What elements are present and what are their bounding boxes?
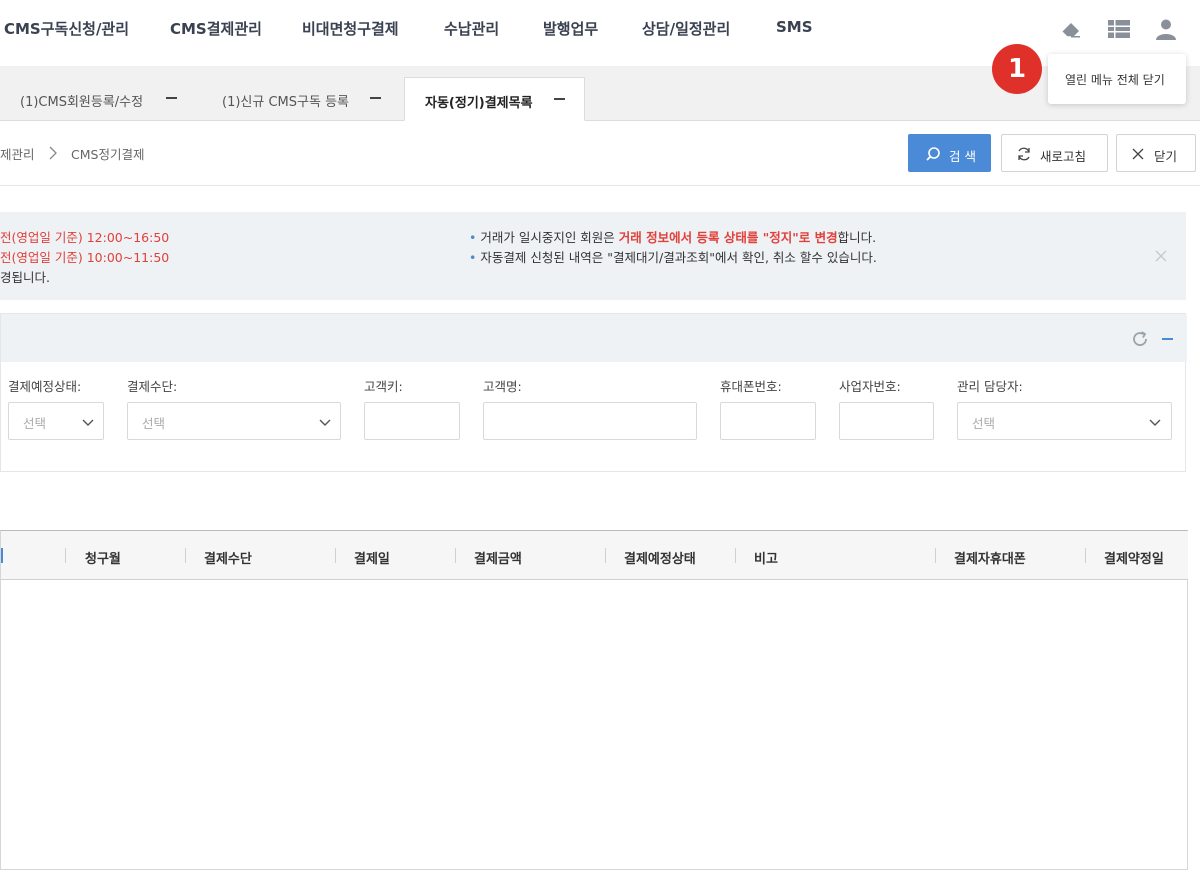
table-header: 청구월 결제수단 결제일 결제금액 결제예정상태 비고 결제자휴대폰 결제약정일	[1, 531, 1188, 580]
nav-consult-schedule[interactable]: 상담/일정관리	[642, 18, 730, 39]
select-placeholder: 선택	[972, 416, 996, 431]
nav-receipt[interactable]: 수납관리	[444, 18, 499, 39]
nav-cms-payment[interactable]: CMS결제관리	[170, 18, 262, 39]
chevron-right-icon	[49, 146, 57, 160]
search-filter-panel: 결제예정상태: 결제수단: 고객키: 고객명: 휴대폰번호: 사업자번호: 관리…	[0, 313, 1187, 472]
notice-close-icon[interactable]	[1155, 250, 1167, 262]
collapse-icon[interactable]	[1162, 338, 1173, 340]
business-number-input[interactable]	[839, 402, 934, 440]
customer-name-input[interactable]	[483, 402, 697, 440]
breadcrumb-current: CMS정기결제	[71, 147, 145, 162]
tab-label: (1)CMS회원등록/수정	[20, 95, 144, 110]
tab-auto-payment-list[interactable]: 자동(정기)결제목록	[404, 77, 585, 121]
column-payer-mobile[interactable]: 결제자휴대폰	[954, 548, 1026, 567]
chevron-down-icon	[319, 419, 331, 426]
notice-text: 합니다.	[837, 230, 877, 245]
refresh-icon	[1018, 147, 1030, 161]
manager-select[interactable]: 선택	[957, 402, 1172, 440]
nav-sms[interactable]: SMS	[776, 18, 813, 36]
notice-right-line-2: • 자동결제 신청된 내역은 "결제대기/결과조회"에서 확인, 취소 할수 있…	[469, 250, 877, 265]
nav-cms-subscription[interactable]: CMS구독신청/관리	[4, 18, 129, 39]
tab-cms-member[interactable]: (1)CMS회원등록/수정	[0, 77, 196, 121]
column-separator	[1085, 548, 1086, 563]
payment-status-select[interactable]: 선택	[8, 402, 104, 440]
breadcrumb-parent[interactable]: 제관리	[0, 144, 35, 163]
payment-method-select[interactable]: 선택	[127, 402, 341, 440]
notice-emphasis: 거래 정보에서 등록 상태를 "정지"로 변경	[618, 230, 838, 245]
notice-text: 거래가 일시중지인 회원은	[480, 230, 619, 245]
customer-key-input[interactable]	[364, 402, 460, 440]
search-button-label: 검 색	[949, 149, 976, 164]
chevron-down-icon	[1149, 419, 1161, 426]
label-mobile-number: 휴대폰번호:	[720, 379, 782, 394]
grid-list-icon[interactable]	[1106, 16, 1132, 42]
breadcrumb-row: 제관리 CMS정기결제 검 색 새로고침 닫기	[0, 122, 1200, 186]
close-all-menus-tooltip[interactable]: 열린 메뉴 전체 닫기	[1048, 54, 1186, 104]
reset-icon[interactable]	[1131, 330, 1149, 348]
column-billing-month[interactable]: 청구월	[85, 548, 121, 567]
column-payment-date[interactable]: 결제일	[354, 548, 390, 567]
column-remarks[interactable]: 비고	[754, 548, 778, 567]
tab-close-icon[interactable]	[166, 97, 177, 99]
column-scheduled-status[interactable]: 결제예정상태	[624, 548, 696, 567]
column-agreed-date[interactable]: 결제약정일	[1104, 548, 1164, 567]
notice-left-line: 전(영업일 기준) 10:00~11:50	[0, 250, 170, 265]
tab-new-cms-subscription[interactable]: (1)신규 CMS구독 등록	[200, 77, 400, 121]
tab-label: 자동(정기)결제목록	[425, 96, 533, 111]
select-placeholder: 선택	[23, 416, 47, 431]
column-separator	[455, 548, 456, 563]
close-button-label: 닫기	[1154, 149, 1178, 164]
refresh-button-label: 새로고침	[1040, 149, 1087, 164]
refresh-button[interactable]: 새로고침	[1001, 134, 1108, 172]
tab-close-icon[interactable]	[554, 98, 565, 100]
column-separator	[65, 548, 66, 563]
column-separator	[335, 548, 336, 563]
notice-left-line: 경됩니다.	[0, 270, 50, 285]
column-separator	[935, 548, 936, 563]
label-customer-name: 고객명:	[483, 379, 522, 394]
chevron-down-icon	[82, 419, 94, 426]
close-button[interactable]: 닫기	[1116, 134, 1196, 172]
tab-label: (1)신규 CMS구독 등록	[222, 95, 349, 110]
mobile-number-input[interactable]	[720, 402, 816, 440]
search-button[interactable]: 검 색	[908, 134, 991, 172]
notice-box: 전(영업일 기준) 12:00~16:50 전(영업일 기준) 10:00~11…	[0, 212, 1186, 300]
tab-close-icon[interactable]	[370, 97, 381, 99]
label-business-number: 사업자번호:	[839, 379, 901, 394]
column-payment-amount[interactable]: 결제금액	[474, 548, 522, 567]
column-separator	[185, 548, 186, 563]
nav-remote-billing[interactable]: 비대면청구결제	[302, 18, 399, 39]
column-payment-method[interactable]: 결제수단	[204, 548, 252, 567]
notice-text: 자동결제 신청된 내역은 "결제대기/결과조회"에서 확인, 취소 할수 있습니…	[480, 250, 877, 265]
notice-right-line-1: • 거래가 일시중지인 회원은 거래 정보에서 등록 상태를 "정지"로 변경합…	[469, 230, 877, 245]
payment-table: 청구월 결제수단 결제일 결제금액 결제예정상태 비고 결제자휴대폰 결제약정일	[0, 530, 1188, 870]
label-customer-key: 고객키:	[364, 379, 403, 394]
close-icon	[1132, 148, 1144, 160]
search-icon	[926, 147, 940, 161]
label-payment-method: 결제수단:	[127, 379, 178, 394]
select-placeholder: 선택	[142, 416, 166, 431]
label-manager: 관리 담당자:	[957, 379, 1023, 394]
column-separator	[735, 548, 736, 563]
tooltip-text: 열린 메뉴 전체 닫기	[1065, 73, 1165, 87]
user-icon[interactable]	[1153, 16, 1179, 42]
step-badge: 1	[992, 44, 1042, 94]
nav-issuance[interactable]: 발행업무	[543, 18, 598, 39]
column-separator	[605, 548, 606, 563]
notice-left-line: 전(영업일 기준) 12:00~16:50	[0, 230, 170, 245]
label-payment-status: 결제예정상태:	[8, 379, 82, 394]
panel-header	[1, 314, 1187, 362]
column-marker	[1, 548, 3, 563]
eraser-icon[interactable]	[1058, 16, 1084, 42]
